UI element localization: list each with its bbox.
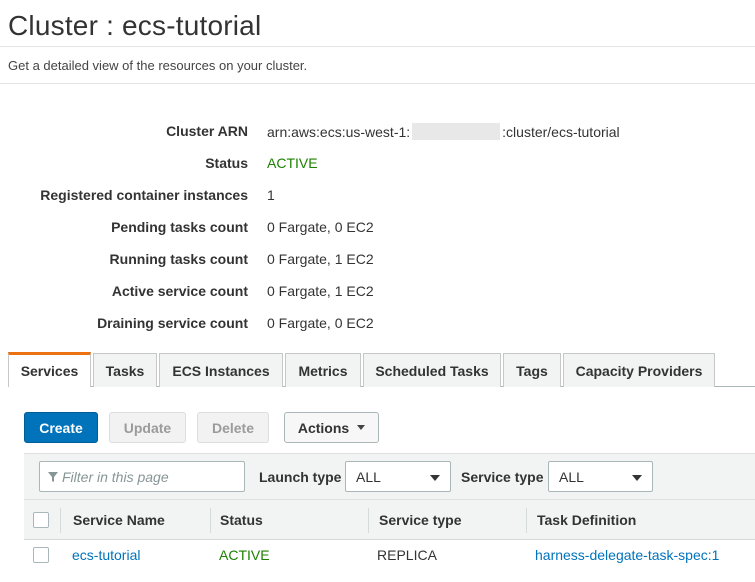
running-tasks-label: Running tasks count <box>109 251 248 267</box>
detail-row-cluster-arn: Cluster ARN arn:aws:ecs:us-west-1: :clust… <box>0 123 755 145</box>
registered-instances-label: Registered container instances <box>40 187 248 203</box>
service-type-select[interactable]: ALL <box>548 461 653 492</box>
status-label: Status <box>205 155 248 171</box>
filter-input[interactable]: Filter in this page <box>39 461 245 492</box>
detail-row-active-services: Active service count 0 Fargate, 1 EC2 <box>0 283 755 305</box>
tab-capacity-providers[interactable]: Capacity Providers <box>563 353 715 387</box>
column-task-definition[interactable]: Task Definition <box>527 500 636 540</box>
select-all-checkbox[interactable] <box>33 512 49 528</box>
page-title: Cluster : ecs-tutorial <box>8 10 262 41</box>
chevron-down-icon <box>632 475 642 481</box>
chevron-down-icon <box>430 475 440 481</box>
cluster-arn-prefix: arn:aws:ecs:us-west-1: <box>267 124 411 140</box>
redacted-account-id <box>412 123 501 140</box>
column-service-type[interactable]: Service type <box>369 500 462 540</box>
subtitle-divider <box>0 83 755 84</box>
service-type-value: ALL <box>559 468 584 485</box>
active-services-label: Active service count <box>111 283 248 299</box>
service-type-label: Service type <box>461 469 544 485</box>
actions-label: Actions <box>297 419 350 436</box>
detail-row-draining-services: Draining service count 0 Fargate, 0 EC2 <box>0 315 755 337</box>
column-status[interactable]: Status <box>210 500 263 540</box>
table-row: ecs-tutorial ACTIVE REPLICA harness-dele… <box>24 540 755 570</box>
pending-tasks-value: 0 Fargate, 0 EC2 <box>267 219 374 235</box>
row-checkbox[interactable] <box>33 547 49 563</box>
tab-tags[interactable]: Tags <box>503 353 561 387</box>
draining-services-label: Draining service count <box>97 315 248 331</box>
header-divider <box>0 46 755 47</box>
page-subtitle: Get a detailed view of the resources on … <box>8 58 308 73</box>
detail-row-running-tasks: Running tasks count 0 Fargate, 1 EC2 <box>0 251 755 273</box>
service-status: ACTIVE <box>219 547 270 563</box>
detail-row-pending-tasks: Pending tasks count 0 Fargate, 0 EC2 <box>0 219 755 241</box>
service-type-cell: REPLICA <box>377 547 437 563</box>
tab-services[interactable]: Services <box>8 352 91 387</box>
tab-tasks[interactable]: Tasks <box>93 353 157 387</box>
table-header: Service Name Status Service type Task De… <box>24 499 755 540</box>
service-name-link[interactable]: ecs-tutorial <box>72 547 140 563</box>
tab-metrics[interactable]: Metrics <box>285 353 361 387</box>
launch-type-label: Launch type <box>259 469 342 485</box>
create-button[interactable]: Create <box>24 412 98 443</box>
column-service-name[interactable]: Service Name <box>63 500 165 540</box>
task-definition-link[interactable]: harness-delegate-task-spec:1 <box>535 547 719 563</box>
cluster-arn-label: Cluster ARN <box>166 123 248 139</box>
update-button[interactable]: Update <box>109 412 186 443</box>
cluster-arn-value: arn:aws:ecs:us-west-1: :cluster/ecs-tutor… <box>267 123 620 140</box>
chevron-down-icon <box>357 425 366 430</box>
cluster-arn-suffix: :cluster/ecs-tutorial <box>502 124 620 140</box>
actions-dropdown-button[interactable]: Actions <box>284 412 379 443</box>
pending-tasks-label: Pending tasks count <box>111 219 248 235</box>
detail-row-status: Status ACTIVE <box>0 155 755 177</box>
filter-bar: Filter in this page Launch type ALL Serv… <box>24 453 755 499</box>
status-value: ACTIVE <box>267 155 318 171</box>
filter-placeholder: Filter in this page <box>62 468 169 485</box>
launch-type-select[interactable]: ALL <box>345 461 451 492</box>
detail-row-registered-instances: Registered container instances 1 <box>0 187 755 209</box>
filter-icon <box>48 471 58 482</box>
cluster-tabs: Services Tasks ECS Instances Metrics Sch… <box>8 352 755 387</box>
tab-scheduled-tasks[interactable]: Scheduled Tasks <box>363 353 501 387</box>
tab-ecs-instances[interactable]: ECS Instances <box>159 353 283 387</box>
registered-instances-value: 1 <box>267 187 275 203</box>
running-tasks-value: 0 Fargate, 1 EC2 <box>267 251 374 267</box>
launch-type-value: ALL <box>356 468 381 485</box>
column-divider <box>60 508 61 533</box>
draining-services-value: 0 Fargate, 0 EC2 <box>267 315 374 331</box>
delete-button[interactable]: Delete <box>197 412 269 443</box>
active-services-value: 0 Fargate, 1 EC2 <box>267 283 374 299</box>
